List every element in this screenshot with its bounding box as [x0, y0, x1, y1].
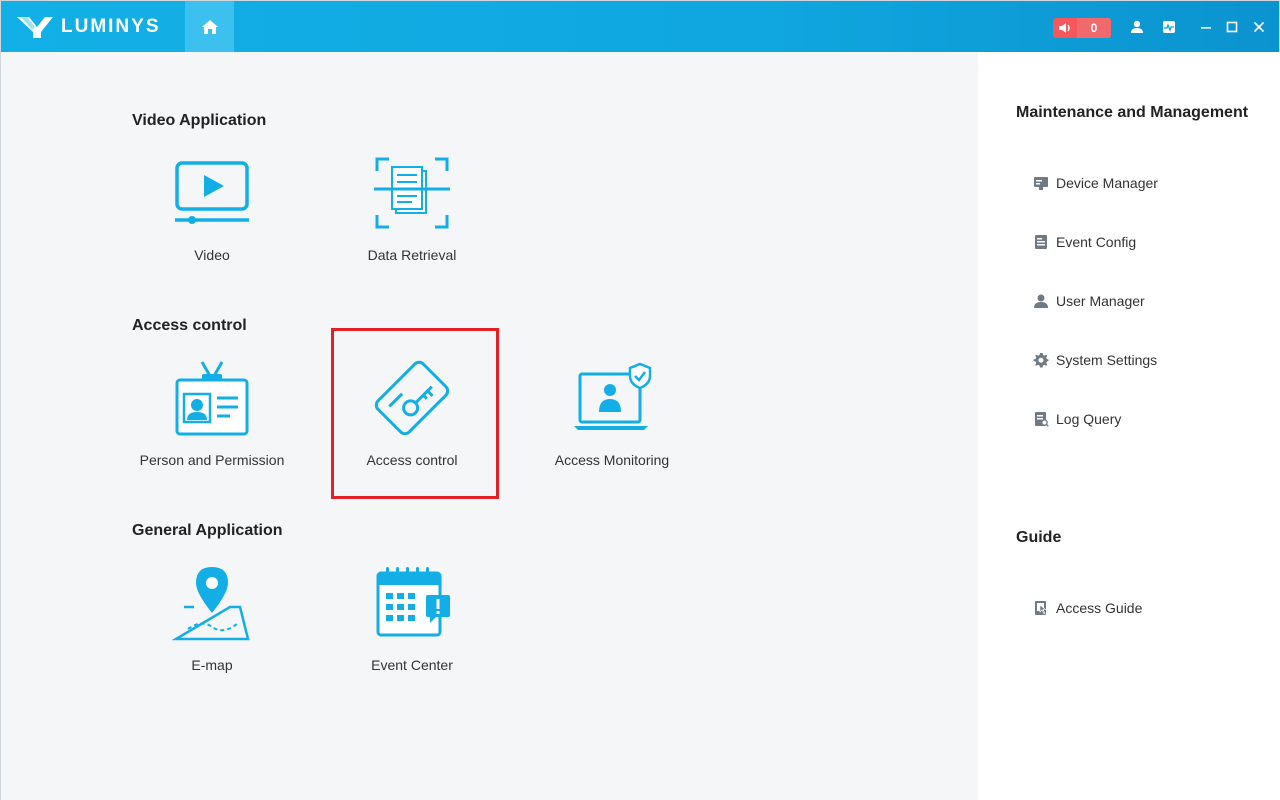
brand-name: LUMINYS	[61, 16, 161, 37]
app-label: Person and Permission	[139, 452, 285, 468]
app-e-map[interactable]: E-map	[132, 567, 292, 687]
app-data-retrieval[interactable]: Data Retrieval	[332, 157, 492, 277]
menu-item-access-guide[interactable]: Access Guide	[1032, 598, 1142, 618]
id-badge-icon	[175, 361, 249, 436]
monitor-shield-icon	[574, 362, 652, 430]
minimize-icon	[1201, 27, 1211, 29]
map-pin-icon	[172, 567, 250, 641]
home-icon	[201, 19, 218, 34]
activity-icon	[1163, 21, 1175, 33]
brand-logo: LUMINYS	[15, 13, 161, 41]
data-retrieval-icon	[374, 157, 450, 229]
device-icon	[1034, 177, 1048, 190]
menu-item-event-config[interactable]: Event Config	[1032, 232, 1136, 252]
menu-item-label: Device Manager	[1056, 175, 1158, 191]
video-icon	[175, 161, 249, 224]
guide-title: Guide	[1016, 529, 1062, 546]
section-title-access: Access control	[132, 317, 247, 334]
speaker-icon	[1059, 23, 1070, 33]
app-label: E-map	[191, 657, 233, 673]
home-tab[interactable]	[185, 1, 234, 52]
menu-item-device-manager[interactable]: Device Manager	[1032, 173, 1158, 193]
log-icon	[1035, 412, 1049, 427]
maximize-icon	[1226, 21, 1238, 33]
guide-icon	[1035, 601, 1047, 615]
calendar-alert-icon	[376, 567, 450, 637]
user-icon	[1131, 20, 1143, 33]
main-content: Video Application Video Data Retrieval A…	[1, 52, 978, 800]
app-event-center[interactable]: Event Center	[332, 567, 492, 687]
event-config-icon	[1035, 235, 1047, 249]
menu-item-label: System Settings	[1056, 352, 1158, 368]
title-bar: LUMINYS 0	[1, 1, 1279, 52]
close-button[interactable]	[1250, 18, 1268, 36]
section-title-video: Video Application	[132, 112, 267, 129]
minimize-button[interactable]	[1197, 18, 1215, 36]
app-label: Data Retrieval	[367, 247, 457, 263]
gear-icon	[1033, 353, 1049, 368]
app-person-and-permission[interactable]: Person and Permission	[132, 361, 292, 482]
menu-item-label: User Manager	[1056, 293, 1145, 309]
alarm-indicator[interactable]: 0	[1053, 18, 1111, 38]
menu-item-label: Log Query	[1056, 411, 1122, 427]
selection-highlight	[331, 328, 499, 499]
menu-item-label: Event Config	[1056, 234, 1137, 250]
app-label: Access Monitoring	[554, 452, 670, 468]
menu-item-label: Access Guide	[1056, 600, 1143, 616]
activity-button[interactable]	[1160, 18, 1178, 36]
maximize-button[interactable]	[1223, 18, 1241, 36]
app-access-monitoring[interactable]: Access Monitoring	[532, 362, 692, 482]
user-icon	[1034, 294, 1048, 308]
close-icon	[1253, 21, 1265, 33]
user-account-button[interactable]	[1128, 18, 1146, 36]
app-label: Video	[194, 247, 230, 263]
alarm-count: 0	[1077, 18, 1111, 38]
menu-item-log-query[interactable]: Log Query	[1032, 409, 1121, 429]
app-label: Event Center	[371, 657, 453, 673]
menu-item-user-manager[interactable]: User Manager	[1032, 291, 1145, 311]
app-video[interactable]: Video	[132, 157, 292, 277]
app-window: LUMINYS 0 Video Application Video Data R…	[0, 0, 1280, 800]
luminys-logo-icon	[17, 17, 53, 38]
menu-item-system-settings[interactable]: System Settings	[1032, 350, 1157, 370]
section-title-general: General Application	[132, 522, 283, 539]
right-panel: Maintenance and Management Device Manage…	[978, 52, 1280, 800]
maintenance-title: Maintenance and Management	[1016, 104, 1249, 121]
